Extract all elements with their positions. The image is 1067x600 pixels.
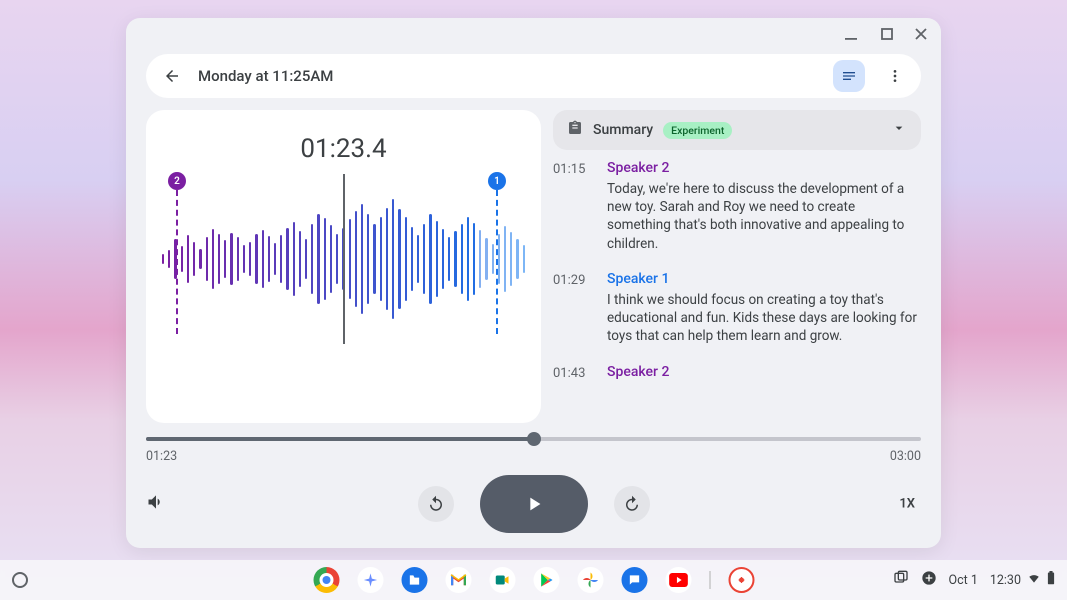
forward-10-button[interactable] [614,486,650,522]
minimize-button[interactable] [845,27,859,45]
shelf: Oct 1 12:30 [0,560,1067,600]
waveform[interactable]: 2 1 [162,174,525,344]
recorder-icon[interactable] [728,567,754,593]
speaker-label[interactable]: Speaker 2 [607,160,921,176]
titlebar [126,18,941,54]
transcript-text: Today, we're here to discuss the develop… [607,180,921,253]
chevron-down-icon[interactable] [891,120,907,140]
speaker-label[interactable]: Speaker 2 [607,364,921,380]
shelf-date[interactable]: Oct 1 [949,573,978,588]
transcript-panel: Summary Experiment 01:15 Speaker 2 Today… [553,110,921,423]
close-button[interactable] [915,28,927,44]
progress-slider[interactable] [146,437,921,441]
app-window: Monday at 11:25AM 01:23.4 2 1 [126,18,941,548]
total-time: 03:00 [890,449,921,464]
current-time: 01:23 [146,449,177,464]
waveform-panel: 01:23.4 2 1 [146,110,541,423]
progress-thumb[interactable] [527,432,541,446]
transcript-row[interactable]: 01:29 Speaker 1 I think we should focus … [553,271,921,346]
messages-icon[interactable] [621,567,647,593]
transcript-time: 01:29 [553,271,587,346]
shelf-divider [709,571,710,589]
content-row: 01:23.4 2 1 Summary Experiment [146,110,921,423]
gmail-icon[interactable] [445,567,471,593]
maximize-button[interactable] [881,28,893,44]
status-area[interactable]: Oct 1 12:30 [893,570,1056,590]
chrome-icon[interactable] [313,567,339,593]
experiment-badge: Experiment [663,122,732,139]
transcript-list[interactable]: 01:15 Speaker 2 Today, we're here to dis… [553,160,921,423]
transcript-time: 01:15 [553,160,587,253]
gemini-icon[interactable] [357,567,383,593]
summary-icon [567,120,583,140]
transcript-text: I think we should focus on creating a to… [607,291,921,346]
shelf-time[interactable]: 12:30 [990,573,1021,588]
playback-controls: 01:23 03:00 1X [146,437,921,534]
transcript-row[interactable]: 01:43 Speaker 2 [553,364,921,384]
volume-button[interactable] [146,492,166,516]
launcher-button[interactable] [12,572,28,588]
shelf-apps [313,567,754,593]
transcript-row[interactable]: 01:15 Speaker 2 Today, we're here to dis… [553,160,921,253]
back-button[interactable] [160,64,184,88]
summary-bar[interactable]: Summary Experiment [553,110,921,150]
transcript-time: 01:43 [553,364,587,384]
playhead [343,174,345,344]
play-store-icon[interactable] [533,567,559,593]
timecode-display: 01:23.4 [300,134,386,164]
wifi-icon[interactable] [1027,571,1041,589]
playback-speed-button[interactable]: 1X [899,497,915,512]
play-button[interactable] [480,475,588,533]
overview-icon[interactable] [893,570,909,590]
meet-icon[interactable] [489,567,515,593]
progress-fill [146,437,534,441]
transcript-toggle-button[interactable] [833,60,865,92]
photos-icon[interactable] [577,567,603,593]
header-bar: Monday at 11:25AM [146,54,921,98]
add-icon[interactable] [921,570,937,590]
rewind-10-button[interactable] [418,486,454,522]
more-options-button[interactable] [879,60,911,92]
summary-label: Summary [593,122,653,138]
battery-icon[interactable] [1047,571,1055,589]
recording-title: Monday at 11:25AM [198,67,819,85]
speaker-label[interactable]: Speaker 1 [607,271,921,287]
files-icon[interactable] [401,567,427,593]
youtube-icon[interactable] [665,567,691,593]
